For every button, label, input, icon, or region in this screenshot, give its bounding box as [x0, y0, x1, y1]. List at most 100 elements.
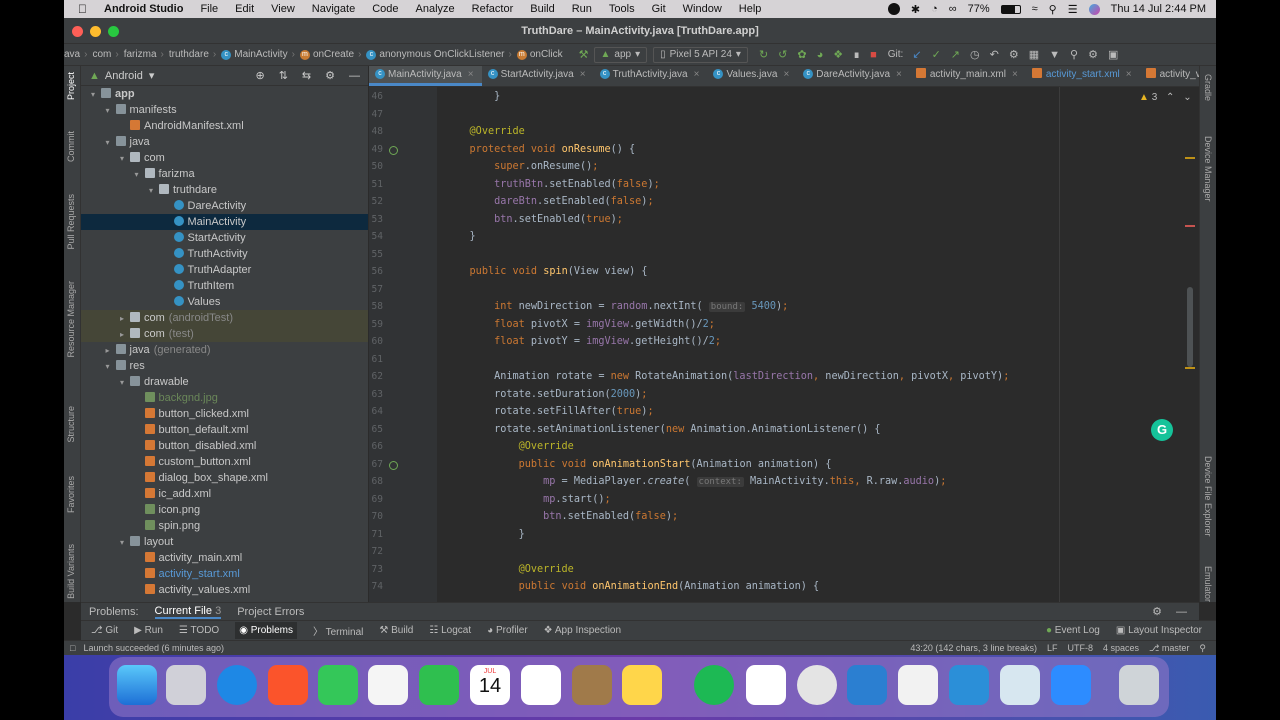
git-commit-icon[interactable]: ✓ — [932, 48, 941, 61]
code-line[interactable]: } — [445, 231, 476, 242]
spotify-icon[interactable] — [694, 665, 734, 705]
breadcrumb-oncreate[interactable]: onCreate — [313, 49, 354, 60]
line-number[interactable]: 70 — [369, 511, 383, 522]
tab-current-file[interactable]: Current File 3 — [154, 605, 222, 619]
tree-item-dareactivity[interactable]: DareActivity — [81, 198, 368, 214]
chevron-down-icon[interactable]: ▾ — [106, 103, 116, 119]
menu-code[interactable]: Code — [372, 3, 398, 15]
code-line[interactable]: public void onAnimationStart(Animation a… — [445, 459, 832, 470]
chevron-down-icon[interactable]: ▾ — [149, 183, 159, 199]
tree-item-button-clicked-xml[interactable]: button_clicked.xml — [81, 406, 368, 422]
gear-icon[interactable]: ⚙ — [1088, 48, 1098, 61]
code-line[interactable]: float pivotX = imgView.getWidth()/2; — [445, 319, 715, 330]
chevron-down-icon[interactable]: ▾ — [135, 167, 145, 183]
error-marker[interactable] — [1185, 225, 1195, 227]
indent-setting[interactable]: 4 spaces — [1103, 643, 1139, 653]
toolwindow-event-log[interactable]: ● Event Log — [1046, 625, 1100, 636]
tree-item-activity-main-xml[interactable]: activity_main.xml — [81, 550, 368, 566]
line-number[interactable]: 67 — [369, 459, 383, 470]
override-marker-icon[interactable] — [389, 145, 398, 155]
code-line[interactable]: mp.start(); — [445, 494, 611, 505]
expand-all-icon[interactable]: ⇅ — [279, 69, 288, 82]
code-line[interactable]: float pivotY = imgView.getHeight()/2; — [445, 336, 721, 347]
menu-window[interactable]: Window — [683, 3, 722, 15]
gear-icon[interactable]: ⚙ — [325, 69, 335, 82]
chevron-right-icon[interactable]: ▸ — [120, 327, 130, 343]
line-number[interactable]: 63 — [369, 389, 383, 400]
run-config-select[interactable]: ▲ app ▾ — [593, 46, 648, 63]
code-line[interactable]: mp = MediaPlayer.create( context: MainAc… — [445, 476, 946, 487]
line-number[interactable]: 52 — [369, 196, 383, 207]
tab-truthactivity-java[interactable]: c TruthActivity.java × — [594, 66, 708, 86]
line-number[interactable]: 51 — [369, 179, 383, 190]
stripe-gradle[interactable]: Gradle — [1203, 74, 1213, 101]
breadcrumb-com[interactable]: com — [92, 49, 111, 60]
spotlight-search-icon[interactable]: ⚲ — [1049, 3, 1057, 16]
tree-item-mainactivity[interactable]: MainActivity — [81, 214, 368, 230]
sync-gradle-icon[interactable]: ⚙ — [1009, 48, 1019, 61]
code-line[interactable]: super.onResume(); — [445, 161, 598, 172]
tree-item-res[interactable]: ▾ res — [81, 358, 368, 374]
chevron-down-icon[interactable]: ▾ — [120, 535, 130, 551]
android-studio-icon[interactable] — [949, 665, 989, 705]
line-number[interactable]: 57 — [369, 284, 383, 295]
collapse-all-icon[interactable]: ⇆ — [302, 69, 311, 82]
reminders-icon[interactable] — [521, 665, 561, 705]
chevron-down-icon[interactable]: ▾ — [91, 87, 101, 103]
code-line[interactable]: Animation rotate = new RotateAnimation(l… — [445, 371, 1009, 382]
tab-dareactivity-java[interactable]: c DareActivity.java × — [797, 66, 910, 86]
tab-project-errors[interactable]: Project Errors — [237, 606, 304, 618]
breadcrumb-onclicklistener[interactable]: anonymous OnClickListener — [379, 49, 504, 60]
zoom-icon[interactable] — [1051, 665, 1091, 705]
tree-item-truthactivity[interactable]: TruthActivity — [81, 246, 368, 262]
git-update-icon[interactable]: ↙ — [912, 48, 921, 61]
tree-item-truthadapter[interactable]: TruthAdapter — [81, 262, 368, 278]
line-number[interactable]: 46 — [369, 91, 383, 102]
menu-navigate[interactable]: Navigate — [312, 3, 355, 15]
toolwindow-logcat[interactable]: ☷ Logcat — [429, 625, 471, 636]
line-number[interactable]: 49 — [369, 144, 383, 155]
stripe-project[interactable]: Project — [66, 72, 76, 100]
chevron-down-icon[interactable]: ▾ — [106, 359, 116, 375]
toolwindow-app-inspection[interactable]: ❖ App Inspection — [544, 625, 621, 636]
siri-icon[interactable] — [1088, 3, 1100, 15]
line-number[interactable]: 74 — [369, 581, 383, 592]
chevron-down-icon[interactable]: ▾ — [149, 69, 155, 82]
grammarly-menu-icon[interactable] — [887, 3, 900, 15]
textedit-icon[interactable] — [898, 665, 938, 705]
code-line[interactable]: @Override — [445, 441, 574, 452]
line-number[interactable]: 68 — [369, 476, 383, 487]
close-icon[interactable]: × — [580, 69, 586, 80]
menu-analyze[interactable]: Analyze — [416, 3, 455, 15]
bluetooth-icon[interactable]: ✱ — [911, 3, 920, 16]
code-line[interactable]: } — [445, 529, 525, 540]
tree-item-startactivity[interactable]: StartActivity — [81, 230, 368, 246]
tree-item-custom-button-xml[interactable]: custom_button.xml — [81, 454, 368, 470]
close-window-button[interactable] — [72, 26, 83, 37]
menu-refactor[interactable]: Refactor — [472, 3, 514, 15]
menu-build[interactable]: Build — [530, 3, 554, 15]
inspection-widget[interactable]: ▲ 3 ⌃ ⌄ — [1139, 92, 1192, 103]
stripe-build-variants[interactable]: Build Variants — [66, 544, 76, 599]
tree-item-values[interactable]: Values — [81, 294, 368, 310]
focus-icon[interactable]: ◔ — [931, 3, 938, 15]
tree-item-activity-start-xml[interactable]: activity_start.xml — [81, 566, 368, 582]
editor-scrollbar[interactable] — [1187, 287, 1193, 367]
clock[interactable]: Thu 14 Jul 2:44 PM — [1111, 3, 1206, 15]
line-number[interactable]: 62 — [369, 371, 383, 382]
control-center-icon[interactable]: ☰ — [1068, 3, 1078, 16]
safari-icon[interactable] — [217, 665, 257, 705]
code-line[interactable]: } — [445, 91, 500, 102]
history-icon[interactable]: ◷ — [970, 48, 980, 61]
profile-icon[interactable]: ◕ — [817, 49, 824, 61]
device-select[interactable]: ▯ Pixel 5 API 24 ▾ — [653, 46, 748, 63]
search-icon[interactable]: ⚲ — [1070, 48, 1078, 61]
minimize-window-button[interactable] — [90, 26, 101, 37]
grammarly-icon[interactable]: G — [1151, 419, 1173, 441]
code-line[interactable]: @Override — [445, 126, 525, 137]
line-number[interactable]: 48 — [369, 126, 383, 137]
sdk-manager-icon[interactable]: ▼ — [1049, 49, 1060, 61]
toolwindow-terminal[interactable]: 〉 Terminal — [313, 623, 363, 638]
line-number[interactable]: 73 — [369, 564, 383, 575]
rollback-icon[interactable]: ↶ — [990, 48, 999, 61]
